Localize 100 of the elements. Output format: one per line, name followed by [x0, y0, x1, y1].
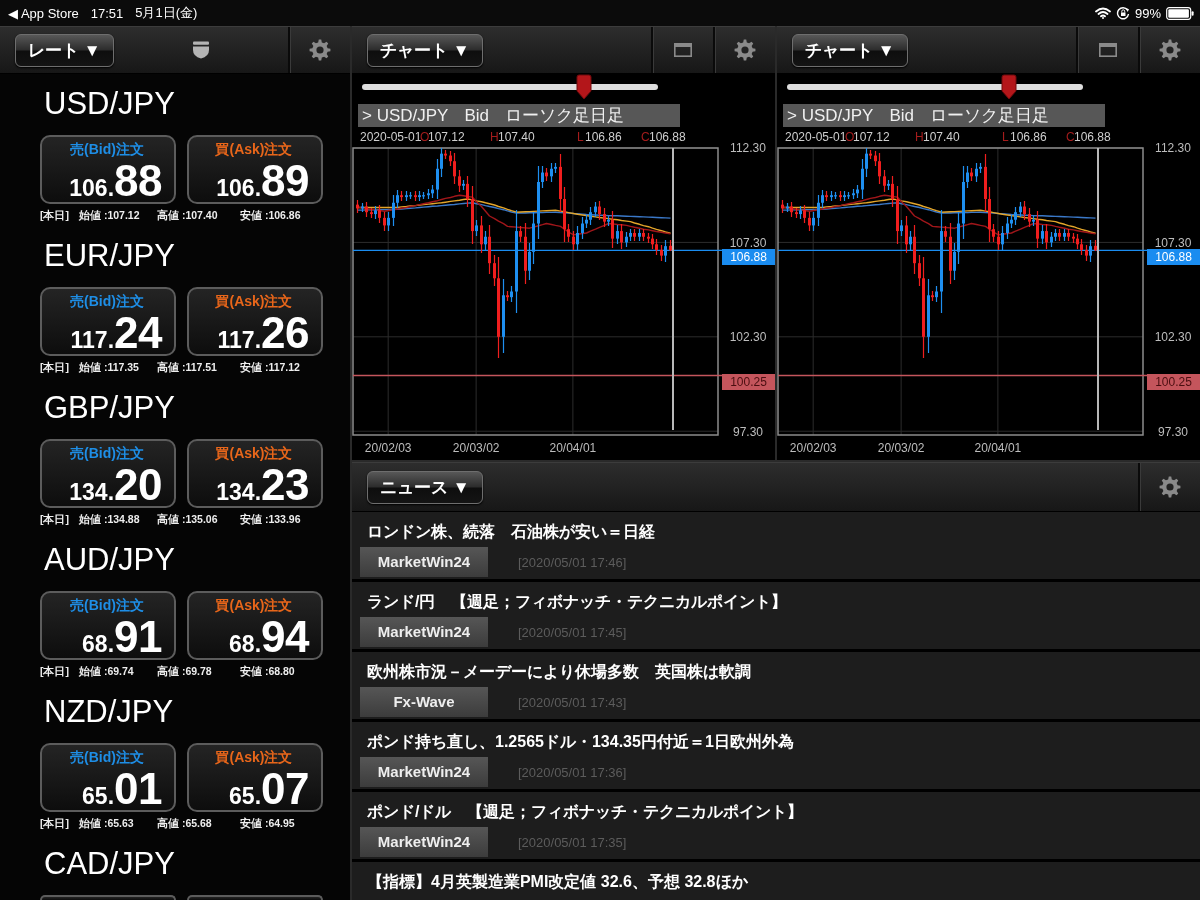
news-time: [2020/05/01 17:46] [518, 554, 627, 570]
falling-candle [1094, 239, 1097, 252]
falling-candle [603, 207, 606, 228]
rising-candle [484, 230, 487, 251]
falling-candle [931, 290, 934, 302]
news-menu-button[interactable]: ニュース ▼ [367, 470, 483, 504]
chart-title-bar[interactable]: > USD/JPY Bid ローソク足日足 [783, 104, 1105, 127]
low-price: 安値 :106.86 [240, 208, 301, 222]
pull-down-icon[interactable] [190, 41, 211, 59]
price-axis-label: 97.30 [733, 424, 763, 439]
falling-candle [356, 199, 359, 214]
rising-candle [1089, 239, 1092, 263]
price-axis-label: 102.30 [729, 330, 767, 345]
news-source: MarketWin24 [360, 827, 488, 857]
ohlc-value: 107.40 [923, 130, 960, 144]
news-source: MarketWin24 [360, 757, 488, 787]
price-axis-label: 102.30 [1154, 330, 1192, 345]
chart-type: ローソク足日足 [930, 105, 1050, 127]
falling-candle [572, 230, 575, 251]
open-price: 始値 :134.88 [79, 512, 140, 526]
falling-candle [598, 200, 601, 221]
price-tag: 100.25 [722, 374, 775, 390]
falling-candle [444, 149, 447, 160]
news-time: [2020/05/01 17:35] [518, 834, 627, 850]
settings-icon[interactable] [309, 39, 331, 61]
slider-track[interactable] [787, 74, 1083, 100]
ohlc-key: C [641, 130, 650, 144]
news-item[interactable]: ランド/円 【週足；フィボナッチ・テクニカルポイント】 MarketWin24 [2020/05/01 17:45] [352, 582, 1200, 649]
falling-candle [790, 201, 793, 218]
settings-icon[interactable] [734, 39, 756, 61]
rising-candle [576, 225, 579, 252]
date-axis-label: 20/03/02 [877, 441, 925, 455]
falling-candle [781, 199, 784, 214]
price-tag: 106.88 [1147, 248, 1200, 265]
window-icon[interactable] [674, 43, 692, 57]
buy-order-button[interactable]: 買(Ask)注文 68.94 [187, 591, 323, 660]
slider-thumb[interactable] [576, 74, 592, 100]
news-item[interactable]: 【指標】4月英製造業PMI改定値 32.6、予想 32.8ほか [352, 862, 1200, 900]
news-item[interactable]: ポンド/ドル 【週足；フィボナッチ・テクニカルポイント】 MarketWin24 [2020/05/01 17:35] [352, 792, 1200, 859]
rising-candle [607, 215, 610, 227]
window-icon[interactable] [1099, 43, 1117, 57]
falling-candle [1085, 244, 1088, 262]
ohlc-value: 107.12 [853, 130, 890, 144]
news-headline: ポンド持ち直し、1.2565ドル・134.35円付近＝1日欧州外為 [367, 732, 794, 752]
chart-menu-button[interactable]: チャート ▼ [367, 33, 483, 67]
falling-candle [488, 224, 491, 275]
ohlc-value: 107.12 [428, 130, 465, 144]
rising-candle [361, 202, 364, 213]
slider-track[interactable] [362, 74, 658, 100]
buy-order-button[interactable]: 買(Ask)注文 65.07 [187, 743, 323, 812]
sell-order-button[interactable] [40, 895, 176, 900]
news-item[interactable]: 欧州株市況－メーデーにより休場多数 英国株は軟調 Fx-Wave [2020/05/01 17:43] [352, 652, 1200, 719]
rising-candle [812, 211, 815, 232]
news-item[interactable]: ポンド持ち直し、1.2565ドル・134.35円付近＝1日欧州外為 MarketWin24 [2020/05/01 17:36] [352, 722, 1200, 789]
falling-candle [1028, 207, 1031, 228]
price-axis-label: 97.30 [1158, 424, 1188, 439]
news-headline: ポンド/ドル 【週足；フィボナッチ・テクニカルポイント】 [367, 802, 804, 822]
buy-order-button[interactable] [187, 895, 323, 900]
falling-candle [795, 207, 798, 219]
settings-icon[interactable] [1159, 39, 1181, 61]
falling-candle [370, 207, 373, 219]
sell-order-button[interactable]: 売(Bid)注文 68.91 [40, 591, 176, 660]
news-item[interactable]: ロンドン株、続落 石油株が安い＝日経 MarketWin24 [2020/05/01 17:46] [352, 512, 1200, 579]
buy-order-button[interactable]: 買(Ask)注文 106.89 [187, 135, 323, 204]
slider-thumb[interactable] [1001, 74, 1017, 100]
settings-icon[interactable] [1159, 476, 1181, 498]
rising-candle [374, 205, 377, 220]
status-time: 17:51 [90, 5, 124, 21]
date-axis-label: 20/02/03 [364, 441, 412, 455]
falling-candle [506, 290, 509, 302]
buy-order-button[interactable]: 買(Ask)注文 134.23 [187, 439, 323, 508]
falling-candle [480, 215, 483, 254]
falling-candle [905, 215, 908, 254]
buy-order-button[interactable]: 買(Ask)注文 117.26 [187, 287, 323, 356]
falling-candle [471, 185, 474, 245]
news-source: MarketWin24 [360, 547, 488, 577]
ohlc-date: 2020-05-01 [360, 130, 422, 144]
back-link[interactable]: ◀ App Store [8, 5, 79, 21]
sell-order-button[interactable]: 売(Bid)注文 117.24 [40, 287, 176, 356]
chart-menu-button[interactable]: チャート ▼ [792, 33, 908, 67]
rate-menu-button[interactable]: レート ▼ [15, 33, 114, 67]
chart-title-bar[interactable]: > USD/JPY Bid ローソク足日足 [358, 104, 680, 127]
ohlc-value: 106.86 [1010, 130, 1047, 144]
open-price: 始値 :65.63 [79, 816, 134, 830]
falling-candle [803, 204, 806, 224]
falling-candle [1045, 223, 1048, 250]
falling-candle [400, 190, 403, 202]
falling-candle [519, 225, 522, 243]
sell-order-button[interactable]: 売(Bid)注文 106.88 [40, 135, 176, 204]
rising-candle [594, 201, 597, 218]
sell-order-button[interactable]: 売(Bid)注文 65.01 [40, 743, 176, 812]
today-label: [本日] [40, 512, 69, 526]
date-axis-label: 20/04/01 [974, 441, 1022, 455]
high-price: 高値 :69.78 [157, 664, 212, 678]
falling-candle [970, 167, 973, 182]
falling-candle [1023, 200, 1026, 221]
ohlc-key: L [577, 130, 584, 144]
sell-order-button[interactable]: 売(Bid)注文 134.20 [40, 439, 176, 508]
ohlc-key: O [845, 130, 855, 144]
currency-pair-name: CAD/JPY [44, 846, 175, 882]
